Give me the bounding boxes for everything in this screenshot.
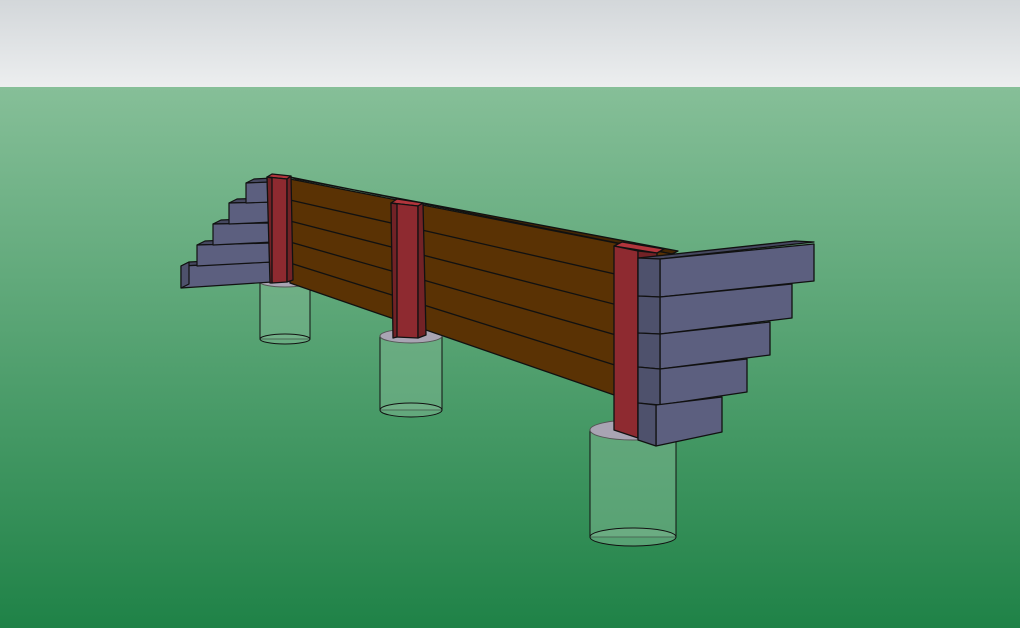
wingwall-right[interactable] <box>637 240 815 447</box>
post-left[interactable] <box>266 173 294 284</box>
post-middle[interactable] <box>390 198 427 339</box>
3d-viewport[interactable] <box>0 0 1020 628</box>
wingwall-left[interactable] <box>180 177 273 289</box>
retaining-wall-model[interactable] <box>0 0 1020 628</box>
footing-middle[interactable] <box>379 328 443 418</box>
